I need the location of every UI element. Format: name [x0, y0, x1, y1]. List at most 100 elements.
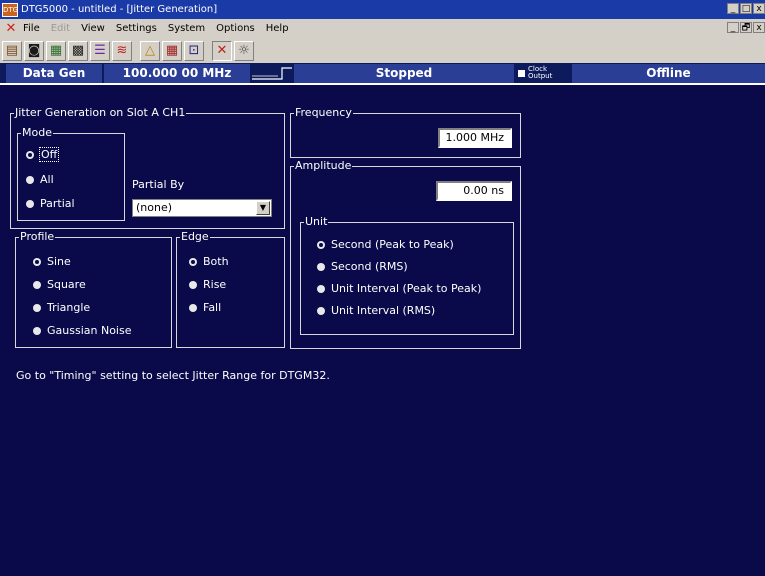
- pattern-icon[interactable]: ▩: [68, 40, 88, 61]
- mode-partial-radio[interactable]: Partial: [26, 197, 75, 210]
- unit-second-rms-radio[interactable]: Second (RMS): [317, 260, 408, 273]
- status-run-state: Stopped: [294, 64, 514, 83]
- edge-rise-label: Rise: [203, 278, 227, 291]
- minimize-button[interactable]: _: [727, 3, 739, 14]
- radio-dot: [189, 303, 197, 312]
- mode-label: Mode: [21, 126, 53, 140]
- radio-dot: [26, 199, 34, 208]
- unit-label: Unit: [304, 215, 329, 229]
- jitter-generation-group: Jitter Generation on Slot A CH1 Mode Off…: [10, 106, 285, 229]
- clock-output-box: [518, 69, 525, 77]
- channel-icon[interactable]: ⊡: [184, 40, 204, 61]
- partial-by-select[interactable]: (none) ▼: [132, 199, 272, 217]
- status-frequency: 100.000 00 MHz: [104, 64, 250, 83]
- edge-both-label: Both: [203, 255, 229, 268]
- app-icon: DTG: [2, 2, 18, 17]
- edge-label: Edge: [180, 230, 210, 244]
- clock-output-label-2: Output: [528, 72, 553, 80]
- mode-off-label: Off: [38, 147, 60, 162]
- clock-waveform-icon: [252, 64, 292, 83]
- amplitude-input[interactable]: 0.00 ns: [436, 181, 512, 201]
- unit-second-pp-label: Second (Peak to Peak): [331, 238, 454, 251]
- instrument-status-bar: Data Gen 100.000 00 MHz Stopped Clock Out…: [0, 63, 765, 85]
- close-button[interactable]: x: [753, 3, 765, 14]
- radio-dot: [26, 150, 34, 159]
- chevron-down-icon[interactable]: ▼: [256, 201, 270, 215]
- unit-second-pp-radio[interactable]: Second (Peak to Peak): [317, 238, 454, 251]
- lamp-icon[interactable]: ☼: [234, 40, 254, 61]
- profile-gaussian-label: Gaussian Noise: [47, 324, 132, 337]
- menu-settings[interactable]: Settings: [116, 23, 157, 34]
- frequency-label: Frequency: [294, 106, 353, 120]
- maximize-button[interactable]: □: [740, 3, 752, 14]
- unit-second-rms-label: Second (RMS): [331, 260, 408, 273]
- document-icon[interactable]: ✕: [3, 21, 19, 36]
- unit-ui-rms-label: Unit Interval (RMS): [331, 304, 436, 317]
- menu-help[interactable]: Help: [266, 23, 289, 34]
- clock-output-indicator: Clock Output: [516, 64, 570, 83]
- profile-gaussian-radio[interactable]: Gaussian Noise: [33, 324, 131, 337]
- profile-square-radio[interactable]: Square: [33, 278, 86, 291]
- radio-dot: [317, 240, 325, 249]
- menu-bar: ✕ File Edit View Settings System Options…: [0, 19, 765, 38]
- menu-view[interactable]: View: [81, 23, 105, 34]
- warning-icon[interactable]: △: [140, 40, 160, 61]
- mode-off-radio[interactable]: Off: [26, 147, 60, 162]
- radio-dot: [189, 280, 197, 289]
- radio-dot: [33, 326, 41, 335]
- profile-square-label: Square: [47, 278, 86, 291]
- mode-group: Mode Off All Partial: [17, 126, 125, 221]
- radio-dot: [33, 280, 41, 289]
- menu-file[interactable]: File: [23, 23, 40, 34]
- window-title: DTG5000 - untitled - [Jitter Generation]: [21, 4, 218, 15]
- window-controls: _ □ x: [727, 3, 765, 14]
- radio-dot: [317, 306, 325, 315]
- mode-all-radio[interactable]: All: [26, 173, 54, 186]
- unit-ui-pp-radio[interactable]: Unit Interval (Peak to Peak): [317, 282, 481, 295]
- edge-both-radio[interactable]: Both: [189, 255, 229, 268]
- radio-dot: [26, 175, 34, 184]
- partial-by-label: Partial By: [132, 178, 185, 191]
- profile-group: Profile Sine Square Triangle Gaussian No…: [15, 230, 172, 348]
- toolbar: ▤ ◙ ▦ ▩ ☰ ≋ △ ▦ ⊡ ✕ ☼: [0, 38, 765, 64]
- doc-close-button[interactable]: x: [753, 22, 765, 33]
- level-icon[interactable]: ☰: [90, 40, 110, 61]
- timing-icon[interactable]: ≋: [112, 40, 132, 61]
- mode-partial-label: Partial: [40, 197, 75, 210]
- save-icon[interactable]: ◙: [24, 40, 44, 61]
- open-icon[interactable]: ▤: [2, 40, 22, 61]
- amplitude-group: Amplitude 0.00 ns Unit Second (Peak to P…: [290, 159, 521, 349]
- edge-fall-radio[interactable]: Fall: [189, 301, 221, 314]
- profile-sine-radio[interactable]: Sine: [33, 255, 71, 268]
- radio-dot: [317, 262, 325, 271]
- doc-minimize-button[interactable]: _: [727, 22, 739, 33]
- status-mode: Data Gen: [6, 64, 102, 83]
- doc-restore-button[interactable]: 🗗: [740, 22, 752, 33]
- unit-ui-rms-radio[interactable]: Unit Interval (RMS): [317, 304, 435, 317]
- profile-label: Profile: [19, 230, 56, 244]
- jitter-icon[interactable]: ✕: [212, 40, 232, 61]
- setup-icon[interactable]: ▦: [46, 40, 66, 61]
- edge-fall-label: Fall: [203, 301, 222, 314]
- profile-sine-label: Sine: [47, 255, 71, 268]
- unit-group: Unit Second (Peak to Peak) Second (RMS) …: [300, 215, 514, 335]
- menu-options[interactable]: Options: [216, 23, 255, 34]
- edge-rise-radio[interactable]: Rise: [189, 278, 226, 291]
- mode-all-label: All: [40, 173, 54, 186]
- profile-triangle-radio[interactable]: Triangle: [33, 301, 90, 314]
- profile-triangle-label: Triangle: [47, 301, 91, 314]
- radio-dot: [317, 284, 325, 293]
- grid-icon[interactable]: ▦: [162, 40, 182, 61]
- status-online-state: Offline: [572, 64, 765, 83]
- radio-dot: [189, 257, 197, 266]
- unit-ui-pp-label: Unit Interval (Peak to Peak): [331, 282, 482, 295]
- frequency-group: Frequency 1.000 MHz: [290, 106, 521, 158]
- frequency-input[interactable]: 1.000 MHz: [438, 128, 512, 148]
- title-bar: DTG DTG5000 - untitled - [Jitter Generat…: [0, 0, 765, 19]
- menu-edit[interactable]: Edit: [51, 23, 70, 34]
- radio-dot: [33, 303, 41, 312]
- menu-system[interactable]: System: [168, 23, 205, 34]
- amplitude-label: Amplitude: [294, 159, 353, 173]
- document-window-controls: _ 🗗 x: [727, 22, 765, 33]
- partial-by-value: (none): [136, 201, 173, 214]
